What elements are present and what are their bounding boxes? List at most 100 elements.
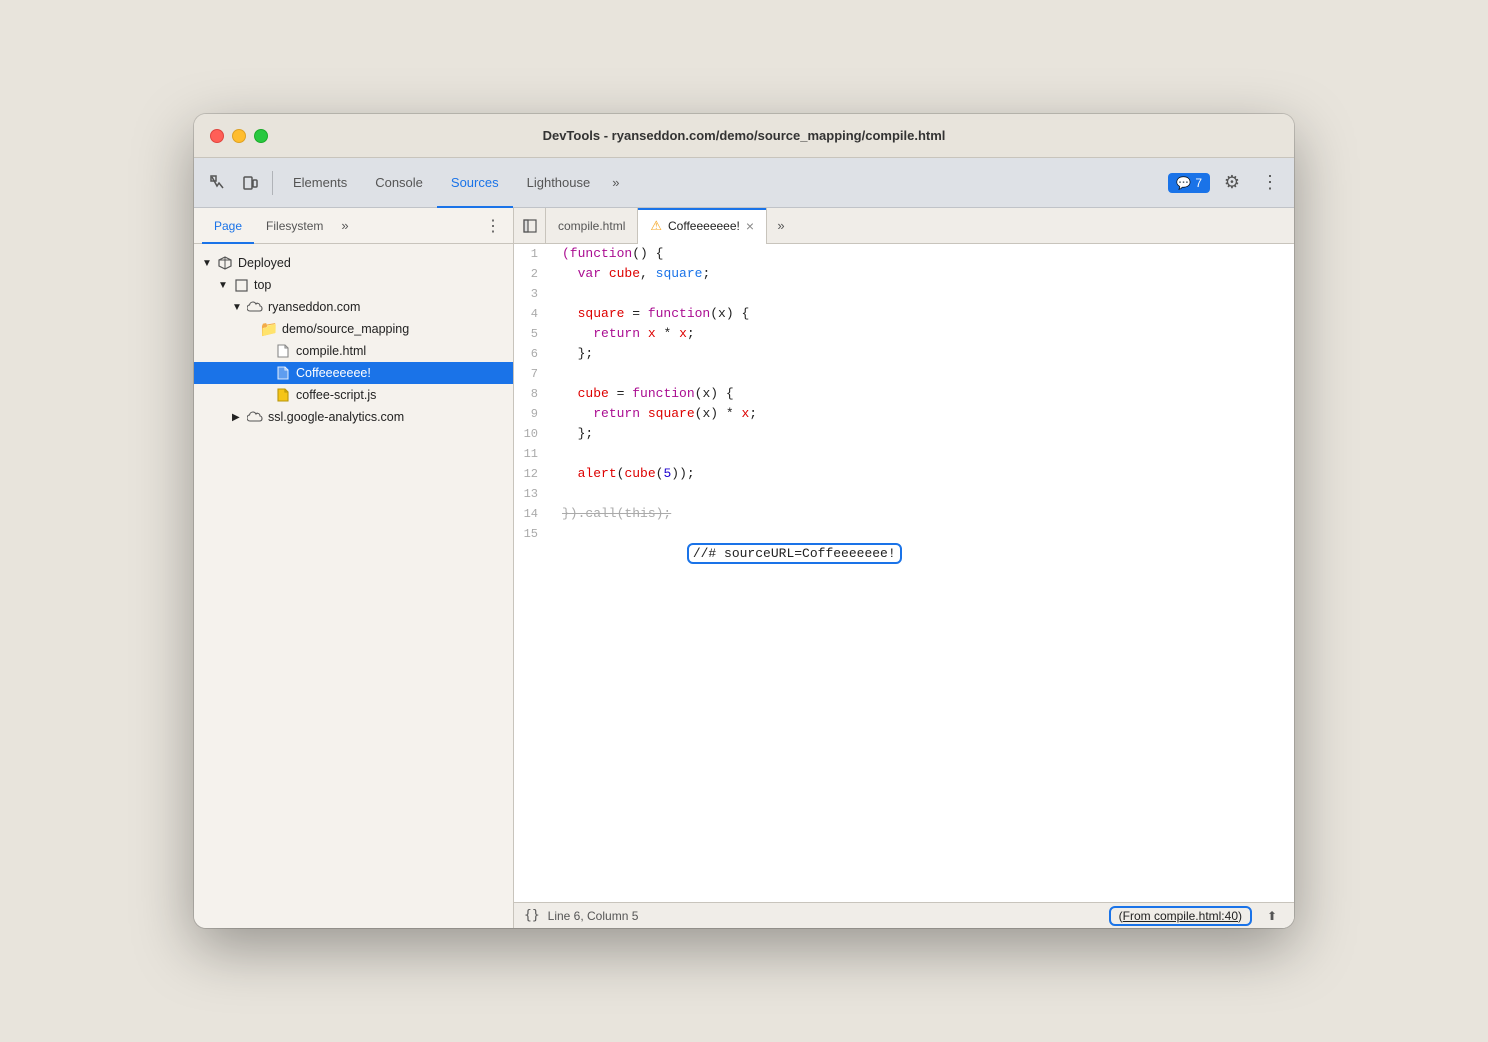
code-line-8: 8 cube = function(x) { (514, 384, 1294, 404)
upload-button[interactable]: ⬆ (1260, 904, 1284, 928)
file-tabs-more-button[interactable]: » (767, 208, 795, 244)
tab-elements[interactable]: Elements (279, 158, 361, 208)
file-tab-compile[interactable]: compile.html (546, 208, 638, 244)
line-num-6: 6 (514, 344, 554, 364)
line-num-3: 3 (514, 284, 554, 304)
traffic-lights (210, 129, 268, 143)
format-icon[interactable]: {} (524, 908, 540, 923)
devtools-tabs-right: 💬 7 ⚙ ⋮ (1168, 167, 1286, 199)
tab-console[interactable]: Console (361, 158, 437, 208)
line-num-2: 2 (514, 264, 554, 284)
line-num-7: 7 (514, 364, 554, 384)
tree-item-ryanseddon[interactable]: ▼ ryanseddon.com (194, 296, 513, 318)
inspect-icon[interactable] (202, 167, 234, 199)
line-code-12: alert(cube(5)); (554, 464, 1294, 484)
tree-item-deployed[interactable]: ▼ Deployed (194, 252, 513, 274)
tree-label-demo: demo/source_mapping (282, 322, 409, 336)
code-line-14: 14 }).call(this); (514, 504, 1294, 524)
tree-item-coffee[interactable]: Coffeeeeeee! (194, 362, 513, 384)
line-num-15: 15 (514, 524, 554, 584)
line-num-8: 8 (514, 384, 554, 404)
line-code-13 (554, 484, 1294, 504)
collapse-sidebar-button[interactable] (514, 208, 546, 244)
tabs-more-button[interactable]: » (604, 171, 627, 194)
code-line-5: 5 return x * x; (514, 324, 1294, 344)
line-code-4: square = function(x) { (554, 304, 1294, 324)
line-code-10: }; (554, 424, 1294, 444)
left-tabs-more[interactable]: » (335, 218, 354, 233)
line-code-6: }; (554, 344, 1294, 364)
line-code-3 (554, 284, 1294, 304)
tree-item-compile[interactable]: compile.html (194, 340, 513, 362)
file-white-icon (274, 364, 292, 382)
tree-arrow-ryanseddon: ▼ (232, 302, 246, 313)
close-button[interactable] (210, 129, 224, 143)
chat-icon: 💬 (1176, 176, 1191, 190)
window-title: DevTools - ryanseddon.com/demo/source_ma… (543, 128, 946, 143)
line-code-8: cube = function(x) { (554, 384, 1294, 404)
device-icon[interactable] (234, 167, 266, 199)
warning-icon: ⚠ (650, 218, 662, 234)
code-line-3: 3 (514, 284, 1294, 304)
from-compile-badge: (From compile.html:40) (1109, 906, 1252, 926)
code-line-10: 10 }; (514, 424, 1294, 444)
settings-button[interactable]: ⚙ (1216, 167, 1248, 199)
code-line-15: 15 //# sourceURL=Coffeeeeeee! (514, 524, 1294, 584)
cloud-icon (246, 298, 264, 316)
minimize-button[interactable] (232, 129, 246, 143)
left-tabs-dots[interactable]: ⋮ (481, 214, 505, 238)
status-bar: {} Line 6, Column 5 (From compile.html:4… (514, 902, 1294, 928)
line-code-15: //# sourceURL=Coffeeeeeee! (554, 524, 1294, 584)
left-panel: Page Filesystem » ⋮ ▼ (194, 208, 514, 928)
file-tab-label-compile: compile.html (558, 219, 625, 233)
code-editor[interactable]: 1 (function() { 2 var cube, square; 3 (514, 244, 1294, 902)
code-line-6: 6 }; (514, 344, 1294, 364)
position-label: Line 6, Column 5 (548, 909, 639, 923)
tab-lighthouse[interactable]: Lighthouse (513, 158, 605, 208)
line-num-13: 13 (514, 484, 554, 504)
tree-label-coffee: Coffeeeeeee! (296, 366, 371, 380)
tree-item-top[interactable]: ▼ top (194, 274, 513, 296)
line-code-11 (554, 444, 1294, 464)
line-code-2: var cube, square; (554, 264, 1294, 284)
tree-label-coffee-script: coffee-script.js (296, 388, 376, 402)
folder-icon: 📁 (260, 320, 278, 338)
line-code-7 (554, 364, 1294, 384)
devtools-body: Page Filesystem » ⋮ ▼ (194, 208, 1294, 928)
tree-item-demo[interactable]: 📁 demo/source_mapping (194, 318, 513, 340)
file-tab-coffee[interactable]: ⚠ Coffeeeeeee! × (638, 208, 767, 244)
badge-count: 7 (1195, 176, 1202, 190)
code-line-9: 9 return square(x) * x; (514, 404, 1294, 424)
line-num-1: 1 (514, 244, 554, 264)
notification-badge[interactable]: 💬 7 (1168, 173, 1210, 193)
file-tree: ▼ Deployed ▼ (194, 244, 513, 928)
code-line-13: 13 (514, 484, 1294, 504)
tree-arrow-ssl: ▶ (232, 412, 246, 423)
tree-label-compile: compile.html (296, 344, 366, 358)
frame-icon (232, 276, 250, 294)
tree-item-coffee-script[interactable]: coffee-script.js (194, 384, 513, 406)
tab-separator (272, 171, 273, 195)
file-tab-close-button[interactable]: × (746, 219, 754, 233)
right-panel: compile.html ⚠ Coffeeeeeee! × » 1 (funct… (514, 208, 1294, 928)
source-url-highlight: //# sourceURL=Coffeeeeeee! (687, 543, 902, 564)
code-line-1: 1 (function() { (514, 244, 1294, 264)
maximize-button[interactable] (254, 129, 268, 143)
tab-filesystem[interactable]: Filesystem (254, 208, 335, 244)
tab-page[interactable]: Page (202, 208, 254, 244)
line-num-11: 11 (514, 444, 554, 464)
code-line-12: 12 alert(cube(5)); (514, 464, 1294, 484)
file-yellow-icon (274, 386, 292, 404)
cloud-ssl-icon (246, 408, 264, 426)
more-dots-button[interactable]: ⋮ (1254, 167, 1286, 199)
tree-arrow-deployed: ▼ (202, 258, 216, 269)
devtools-window: DevTools - ryanseddon.com/demo/source_ma… (194, 114, 1294, 928)
status-bar-right: (From compile.html:40) ⬆ (1109, 904, 1284, 928)
file-tab-label-coffee: Coffeeeeeee! (668, 219, 740, 233)
file-tabbar: compile.html ⚠ Coffeeeeeee! × » (514, 208, 1294, 244)
line-code-14: }).call(this); (554, 504, 1294, 524)
code-line-7: 7 (514, 364, 1294, 384)
tree-label-ryanseddon: ryanseddon.com (268, 300, 360, 314)
tab-sources[interactable]: Sources (437, 158, 513, 208)
tree-item-ssl[interactable]: ▶ ssl.google-analytics.com (194, 406, 513, 428)
